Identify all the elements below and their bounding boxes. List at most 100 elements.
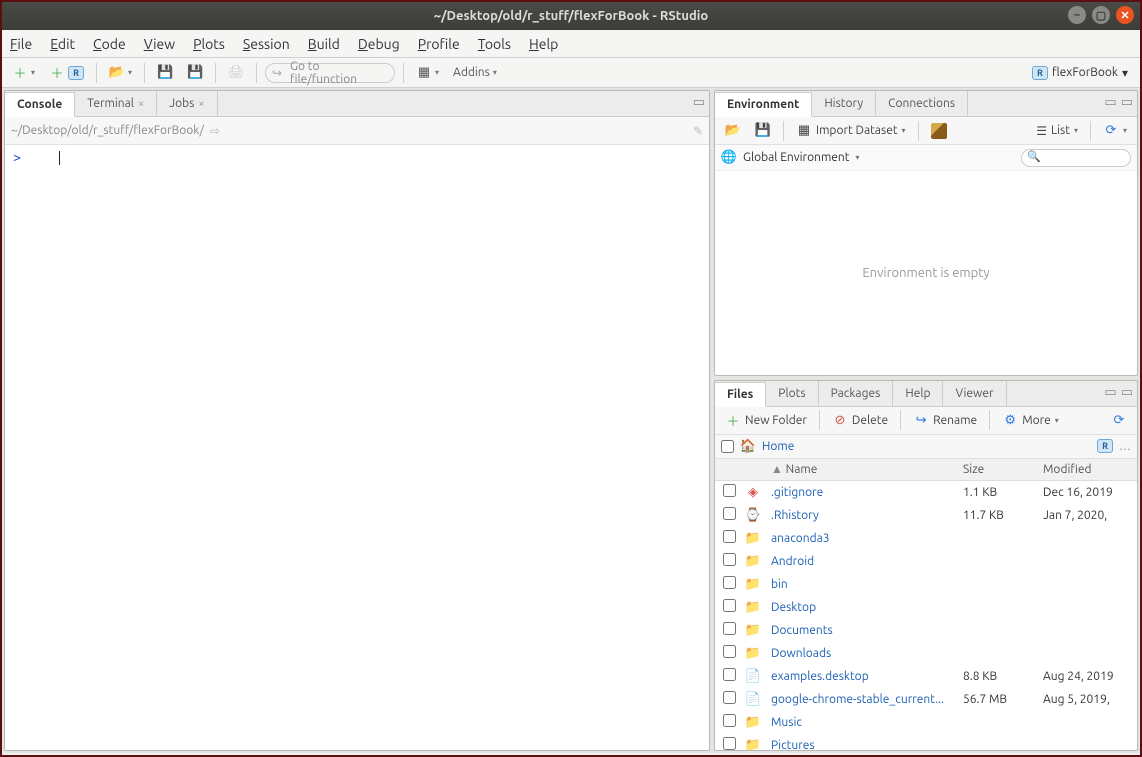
project-menu[interactable]: R flexForBook ▾ (1026, 64, 1134, 82)
grid-button[interactable]: ▦▾ (412, 63, 443, 83)
file-checkbox[interactable] (723, 507, 736, 520)
save-all-button[interactable]: 💾 (183, 63, 207, 83)
refresh-files-button[interactable]: ⟳ (1107, 410, 1131, 430)
col-modified[interactable]: Modified (1043, 463, 1133, 476)
tab-connections[interactable]: Connections (876, 91, 968, 116)
select-all-checkbox[interactable] (721, 440, 734, 453)
window-maximize-button[interactable]: ▢ (1092, 6, 1110, 24)
env-scope-label[interactable]: Global Environment (743, 151, 850, 164)
rename-button[interactable]: ↪Rename (909, 410, 981, 430)
menu-view[interactable]: View (144, 36, 175, 52)
file-checkbox[interactable] (723, 576, 736, 589)
file-name[interactable]: Music (771, 716, 963, 729)
file-row[interactable]: ◈.gitignore1.1 KBDec 16, 2019 (715, 481, 1137, 504)
delete-button[interactable]: ⊘Delete (828, 410, 892, 430)
r-icon[interactable]: R (1097, 439, 1113, 453)
pane-minimize-icon[interactable]: ▭ (1104, 95, 1116, 110)
file-checkbox[interactable] (723, 530, 736, 543)
file-checkbox[interactable] (723, 668, 736, 681)
goto-file-function-input[interactable]: ↪ Go to file/function (265, 63, 395, 83)
clear-env-button[interactable] (927, 121, 951, 141)
col-name[interactable]: ▲ Name (771, 462, 963, 476)
menu-session[interactable]: Session (243, 36, 290, 52)
menu-code[interactable]: Code (93, 36, 126, 52)
file-row[interactable]: 📁Pictures (715, 734, 1137, 750)
file-checkbox[interactable] (723, 484, 736, 497)
file-row[interactable]: ⌚.Rhistory11.7 KBJan 7, 2020, (715, 504, 1137, 527)
menu-tools[interactable]: Tools (478, 36, 511, 52)
load-workspace-button[interactable]: 📂 (721, 121, 745, 141)
file-name[interactable]: Documents (771, 624, 963, 637)
file-row[interactable]: 📁Documents (715, 619, 1137, 642)
file-name[interactable]: examples.desktop (771, 670, 963, 683)
file-checkbox[interactable] (723, 599, 736, 612)
file-checkbox[interactable] (723, 691, 736, 704)
tab-terminal[interactable]: Terminal× (75, 91, 157, 116)
tab-history[interactable]: History (812, 91, 876, 116)
tab-files[interactable]: Files (715, 382, 766, 407)
open-file-button[interactable]: 📂▾ (105, 63, 136, 83)
tab-jobs[interactable]: Jobs× (157, 91, 217, 116)
print-button[interactable]: 🖨 (224, 63, 248, 83)
breadcrumb-home[interactable]: Home (762, 440, 794, 453)
home-icon[interactable]: 🏠 (740, 438, 756, 454)
file-checkbox[interactable] (723, 737, 736, 750)
file-name[interactable]: .Rhistory (771, 509, 963, 522)
file-name[interactable]: .gitignore (771, 486, 963, 499)
console-body[interactable]: > (5, 145, 709, 750)
file-name[interactable]: anaconda3 (771, 532, 963, 545)
file-name[interactable]: google-chrome-stable_current... (771, 693, 963, 706)
more-path-icon[interactable]: … (1119, 440, 1131, 453)
file-checkbox[interactable] (723, 553, 736, 566)
pane-maximize-icon[interactable]: ▭ (1121, 95, 1133, 110)
tab-packages[interactable]: Packages (819, 381, 894, 406)
file-list[interactable]: ◈.gitignore1.1 KBDec 16, 2019⌚.Rhistory1… (715, 481, 1137, 750)
tab-plots[interactable]: Plots (766, 381, 818, 406)
menu-build[interactable]: Build (308, 36, 340, 52)
console-path-go-icon[interactable]: ⇨ (210, 124, 220, 138)
save-workspace-button[interactable]: 💾 (751, 121, 775, 141)
file-row[interactable]: 📁Music (715, 711, 1137, 734)
col-size[interactable]: Size (963, 463, 1043, 476)
file-name[interactable]: bin (771, 578, 963, 591)
file-checkbox[interactable] (723, 622, 736, 635)
save-button[interactable]: 💾 (153, 63, 177, 83)
tab-help[interactable]: Help (893, 381, 943, 406)
menu-plots[interactable]: Plots (193, 36, 225, 52)
file-row[interactable]: 📄google-chrome-stable_current...56.7 MBA… (715, 688, 1137, 711)
close-icon[interactable]: × (138, 98, 144, 110)
menu-edit[interactable]: Edit (50, 36, 75, 52)
new-file-button[interactable]: ＋▾ (8, 63, 39, 83)
file-row[interactable]: 📁bin (715, 573, 1137, 596)
close-icon[interactable]: × (198, 98, 204, 110)
menu-profile[interactable]: Profile (418, 36, 460, 52)
file-name[interactable]: Pictures (771, 739, 963, 750)
new-project-button[interactable]: ＋R (45, 63, 88, 83)
clear-console-icon[interactable]: ✎ (693, 124, 703, 138)
file-row[interactable]: 📁Downloads (715, 642, 1137, 665)
file-row[interactable]: 📄examples.desktop8.8 KBAug 24, 2019 (715, 665, 1137, 688)
import-dataset-button[interactable]: ▦Import Dataset ▾ (792, 121, 910, 141)
pane-maximize-icon[interactable]: ▭ (1121, 385, 1133, 400)
new-folder-button[interactable]: ＋New Folder (721, 410, 811, 430)
menu-help[interactable]: Help (529, 36, 558, 52)
pane-maximize-icon[interactable]: ▭ (693, 95, 705, 110)
addins-button[interactable]: Addins ▾ (449, 64, 501, 81)
pane-minimize-icon[interactable]: ▭ (1104, 385, 1116, 400)
tab-viewer[interactable]: Viewer (943, 381, 1006, 406)
file-row[interactable]: 📁anaconda3 (715, 527, 1137, 550)
window-close-button[interactable]: ✕ (1116, 6, 1134, 24)
env-view-mode-button[interactable]: ☰ List ▾ (1032, 122, 1082, 140)
tab-environment[interactable]: Environment (715, 92, 812, 117)
menu-debug[interactable]: Debug (358, 36, 400, 52)
file-name[interactable]: Desktop (771, 601, 963, 614)
window-minimize-button[interactable]: – (1068, 6, 1086, 24)
file-row[interactable]: 📁Desktop (715, 596, 1137, 619)
tab-console[interactable]: Console (5, 92, 75, 117)
file-name[interactable]: Android (771, 555, 963, 568)
file-row[interactable]: 📁Android (715, 550, 1137, 573)
file-checkbox[interactable] (723, 645, 736, 658)
file-name[interactable]: Downloads (771, 647, 963, 660)
more-button[interactable]: ⚙More ▾ (998, 410, 1063, 430)
refresh-env-button[interactable]: ⟳▾ (1099, 121, 1131, 141)
